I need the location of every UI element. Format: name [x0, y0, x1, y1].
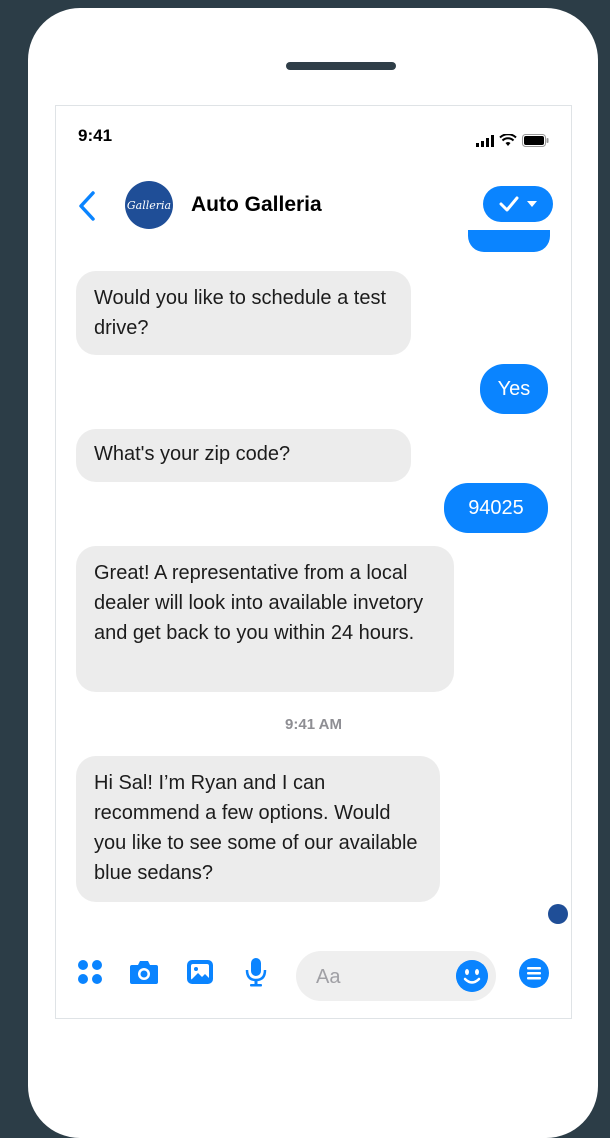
outgoing-message: 94025 — [444, 483, 548, 533]
avatar[interactable]: Galleria — [125, 181, 173, 229]
signal-icon — [476, 135, 494, 147]
page-title[interactable]: Auto Galleria — [191, 193, 322, 217]
message-input[interactable] — [314, 963, 438, 991]
incoming-message: Would you like to schedule a test drive? — [76, 271, 411, 355]
message-timestamp: 9:41 AM — [285, 716, 342, 733]
status-time: 9:41 — [78, 126, 113, 145]
smiley-icon[interactable] — [456, 960, 488, 992]
microphone-icon[interactable] — [240, 956, 272, 988]
messenger-screen: 9:41 Galleria Auto Galleria Would you li… — [55, 105, 572, 1019]
avatar-logo-text: Galleria — [126, 198, 172, 212]
partial-message-bubble — [468, 230, 550, 252]
back-chevron-icon[interactable] — [76, 190, 100, 222]
status-toggle-button[interactable] — [483, 186, 553, 222]
camera-icon[interactable] — [128, 956, 160, 988]
wifi-icon — [499, 134, 517, 146]
incoming-message: Great! A representative from a local dea… — [76, 546, 454, 692]
list-icon[interactable] — [518, 957, 550, 989]
speaker-bar — [286, 62, 396, 70]
incoming-message: Hi Sal! I’m Ryan and I can recommend a f… — [76, 756, 440, 902]
read-receipt-avatar — [548, 904, 568, 924]
message-input-container — [296, 951, 496, 1001]
battery-icon — [522, 134, 549, 147]
photo-icon[interactable] — [184, 956, 216, 988]
checkmark-icon — [499, 196, 519, 212]
chevron-down-icon — [527, 201, 537, 207]
outgoing-message: Yes — [480, 364, 548, 414]
menu-dots-icon[interactable] — [74, 956, 106, 988]
status-icons — [476, 134, 549, 147]
incoming-message: What's your zip code? — [76, 429, 411, 482]
